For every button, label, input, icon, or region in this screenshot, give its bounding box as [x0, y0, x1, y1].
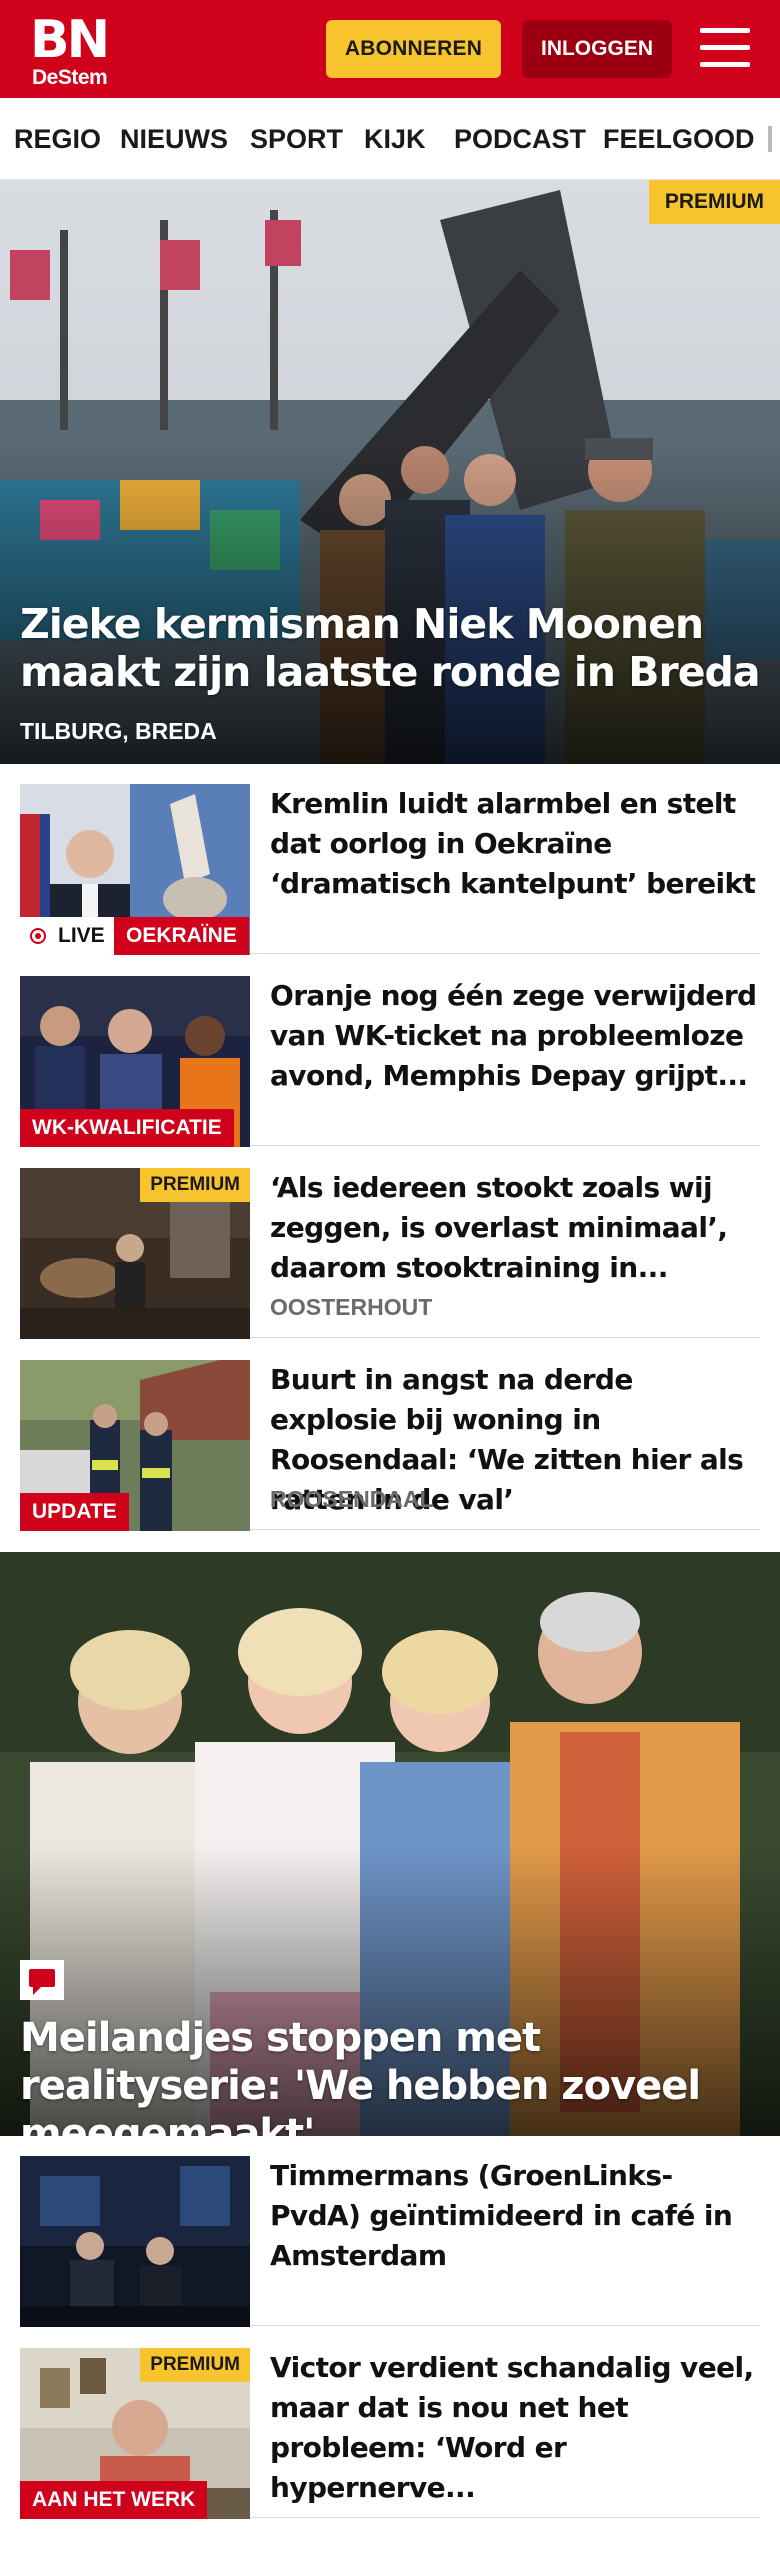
- live-label: LIVE: [20, 917, 115, 955]
- premium-badge: PREMIUM: [140, 2348, 250, 2382]
- article-row[interactable]: PREMIUM AAN HET WERK Victor verdient sch…: [20, 2328, 760, 2519]
- article-thumbnail: [20, 2156, 250, 2327]
- nav-item-feelgood[interactable]: FEELGOOD: [603, 98, 755, 179]
- login-button[interactable]: INLOGGEN: [522, 20, 672, 78]
- article-headline[interactable]: Victor verdient schandalig veel, maar da…: [270, 2348, 760, 2508]
- live-dot-icon: [30, 928, 46, 944]
- article-thumbnail: LIVE OEKRAÏNE: [20, 784, 250, 955]
- live-text: LIVE: [58, 924, 105, 947]
- nav-item-nieuws[interactable]: NIEUWS: [120, 98, 228, 179]
- article-row[interactable]: UPDATE Buurt in angst na derde explosie …: [20, 1340, 760, 1531]
- thumbnail-image: [20, 2156, 250, 2327]
- article-headline[interactable]: ‘Als iedereen stookt zoals wij zeggen, i…: [270, 1168, 760, 1288]
- site-logo[interactable]: BN DeStem: [28, 10, 114, 89]
- nav-item-podcast[interactable]: PODCAST: [454, 98, 586, 179]
- logo-subtitle: DeStem: [32, 66, 108, 89]
- article-location: ROOSENDAAL: [270, 1486, 434, 1512]
- nav-item-regio[interactable]: REGIO: [14, 98, 101, 179]
- category-tag[interactable]: AAN HET WERK: [20, 2481, 208, 2519]
- premium-badge: PREMIUM: [140, 1168, 250, 1202]
- article-headline[interactable]: Oranje nog één zege verwijderd van WK-ti…: [270, 976, 760, 1096]
- article-thumbnail: PREMIUM AAN HET WERK: [20, 2348, 250, 2519]
- article-row[interactable]: Timmermans (GroenLinks-PvdA) geïntimidee…: [20, 2136, 760, 2327]
- article-location: OOSTERHOUT: [270, 1294, 433, 1320]
- premium-badge: PREMIUM: [648, 180, 780, 224]
- article-headline[interactable]: Kremlin luidt alarmbel en stelt dat oorl…: [270, 784, 760, 904]
- subscribe-button[interactable]: ABONNEREN: [326, 20, 501, 78]
- nav-item-kijk[interactable]: KIJK: [364, 98, 426, 179]
- article-thumbnail: PREMIUM: [20, 1168, 250, 1339]
- hero-article[interactable]: PREMIUM Zieke kermisman Niek Moonen maak…: [0, 180, 780, 764]
- category-tag[interactable]: OEKRAÏNE: [114, 917, 249, 955]
- nav-item-sport[interactable]: SPORT: [250, 98, 343, 179]
- article-row[interactable]: LIVE OEKRAÏNE Kremlin luidt alarmbel en …: [20, 764, 760, 955]
- hero-location: TILBURG, BREDA: [20, 718, 217, 744]
- category-tag[interactable]: WK-KWALIFICATIE: [20, 1109, 234, 1147]
- article-row[interactable]: WK-KWALIFICATIE Oranje nog één zege verw…: [20, 956, 760, 1147]
- section-nav: REGIO NIEUWS SPORT KIJK PODCAST FEELGOOD: [0, 98, 780, 180]
- article-headline[interactable]: Timmermans (GroenLinks-PvdA) geïntimidee…: [270, 2156, 760, 2276]
- hamburger-menu-icon[interactable]: [700, 26, 750, 70]
- hero-headline[interactable]: Meilandjes stoppen met realityserie: 'We…: [20, 2014, 770, 2136]
- article-thumbnail: UPDATE: [20, 1360, 250, 1531]
- category-tag[interactable]: UPDATE: [20, 1493, 129, 1531]
- article-row[interactable]: PREMIUM ‘Als iedereen stookt zoals wij z…: [20, 1148, 760, 1339]
- article-thumbnail: WK-KWALIFICATIE: [20, 976, 250, 1147]
- hero-headline[interactable]: Zieke kermisman Niek Moonen maakt zijn l…: [20, 600, 761, 696]
- hero-article-2[interactable]: Meilandjes stoppen met realityserie: 'We…: [0, 1552, 780, 2136]
- site-header: BN DeStem ABONNEREN INLOGGEN: [0, 0, 780, 98]
- nav-overflow-indicator: [768, 126, 772, 152]
- comment-icon: [20, 1960, 64, 2000]
- logo-mark: BN: [30, 10, 110, 70]
